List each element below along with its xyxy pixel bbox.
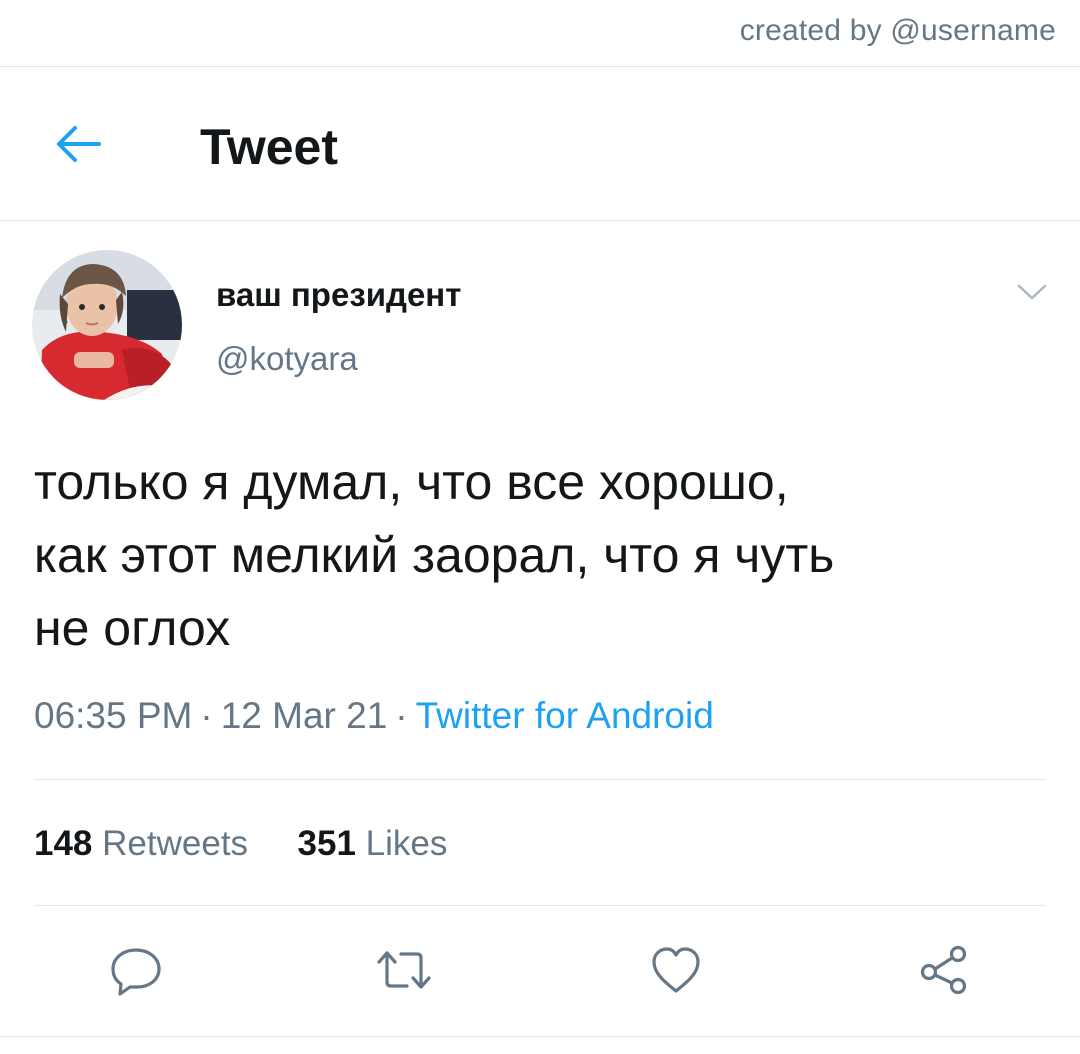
tweet-detail-screen: created by @username Tweet ваш президент… xyxy=(0,0,1080,1054)
reply-button[interactable] xyxy=(104,938,168,1002)
retweets-count: 148 xyxy=(34,824,93,863)
likes-label: Likes xyxy=(365,824,448,863)
credit-text: created by @username xyxy=(739,14,1056,47)
retweet-icon xyxy=(377,951,431,989)
tweet-time: 06:35 PM xyxy=(34,695,193,736)
top-divider xyxy=(0,66,1080,67)
share-icon xyxy=(920,945,967,995)
author-display-name[interactable]: ваш президент xyxy=(216,276,461,314)
arrow-left-icon xyxy=(57,126,101,162)
header-bar: Tweet xyxy=(0,68,1080,220)
meta-separator: · xyxy=(395,695,408,736)
stats-divider xyxy=(34,905,1046,906)
chevron-down-icon xyxy=(1017,284,1047,300)
tweet-date: 12 Mar 21 xyxy=(220,695,388,736)
tweet-text-line: не оглох xyxy=(34,600,231,656)
retweets-label: Retweets xyxy=(102,824,249,863)
reply-icon xyxy=(111,948,161,996)
meta-divider xyxy=(34,779,1046,780)
share-button[interactable] xyxy=(912,938,976,1002)
tweet-meta: 06:35 PM · 12 Mar 21 · Twitter for Android xyxy=(34,695,714,737)
retweets-stat[interactable]: 148 Retweets xyxy=(34,824,248,863)
tweet-menu-button[interactable] xyxy=(1012,278,1052,306)
bottom-divider xyxy=(0,1036,1080,1037)
meta-separator: · xyxy=(200,695,213,736)
avatar-image xyxy=(32,250,182,400)
like-button[interactable] xyxy=(644,938,708,1002)
avatar[interactable] xyxy=(32,250,182,400)
heart-icon xyxy=(652,947,700,993)
tweet-source-link[interactable]: Twitter for Android xyxy=(416,695,714,736)
tweet-stats: 148 Retweets 351 Likes xyxy=(34,824,447,864)
likes-stat[interactable]: 351 Likes xyxy=(298,824,448,863)
tweet-text-line: как этот мелкий заорал, что я чуть xyxy=(34,527,835,583)
likes-count: 351 xyxy=(297,824,356,863)
back-button[interactable] xyxy=(48,120,108,168)
page-title: Tweet xyxy=(200,119,338,175)
tweet-text-line: только я думал, что все хорошо, xyxy=(34,454,789,510)
retweet-button[interactable] xyxy=(372,938,436,1002)
header-divider xyxy=(0,220,1080,221)
tweet-text: только я думал, что все хорошо, как этот… xyxy=(34,446,1044,665)
author-handle[interactable]: @kotyara xyxy=(216,340,358,378)
